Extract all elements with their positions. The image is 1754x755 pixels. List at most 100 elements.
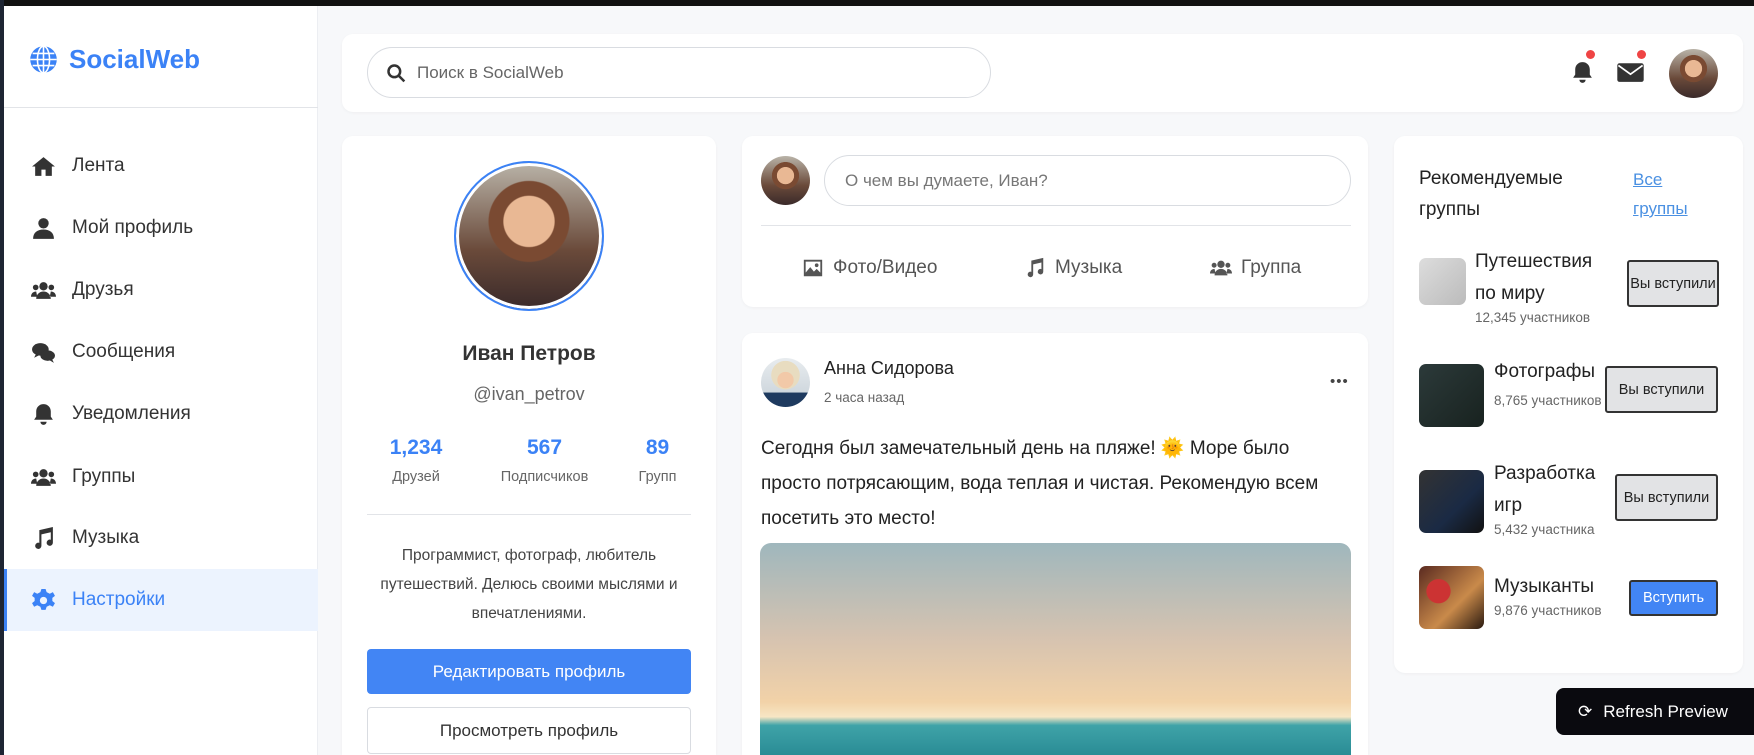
sidebar-item-label: Лента	[72, 155, 125, 176]
refresh-label: Refresh Preview	[1603, 701, 1728, 721]
more-options-icon[interactable]: •••	[1330, 373, 1349, 390]
sidebar-item-label: Сообщения	[72, 341, 176, 362]
notifications-button[interactable]	[1570, 50, 1595, 91]
view-profile-button[interactable]: Просмотреть профиль	[367, 707, 691, 754]
group-name[interactable]: Фотографы	[1494, 356, 1606, 388]
stat-label: Подписчиков	[500, 469, 589, 485]
music-icon	[35, 526, 53, 549]
refresh-icon: ⟳	[1578, 701, 1593, 721]
user-avatar[interactable]	[1669, 49, 1718, 98]
sidebar: SocialWeb Лента Мой профиль Друзья Сообщ…	[4, 6, 318, 755]
group-image	[1419, 258, 1466, 305]
stat-value: 89	[645, 436, 670, 459]
sidebar-item-label: Друзья	[72, 279, 134, 300]
stat-groups[interactable]: 89 Групп	[624, 436, 691, 485]
bell-icon	[34, 403, 53, 425]
photo-video-button[interactable]: Фото/Видео	[802, 257, 937, 279]
header-bar: Поиск в SocialWeb	[342, 34, 1743, 112]
home-icon	[32, 156, 55, 176]
sidebar-item-settings[interactable]: Настройки	[4, 569, 318, 631]
stat-value: 1,234	[389, 436, 443, 459]
divider	[367, 514, 691, 515]
sidebar-item-friends[interactable]: Друзья	[4, 259, 318, 321]
sidebar-item-label: Мой профиль	[72, 217, 194, 238]
messages-button[interactable]	[1617, 50, 1646, 88]
comments-icon	[32, 342, 55, 363]
sidebar-item-label: Уведомления	[72, 403, 191, 424]
group-members: 9,876 участников	[1494, 603, 1602, 618]
group-name[interactable]: Музыканты	[1494, 571, 1623, 603]
group-members: 12,345 участников	[1475, 310, 1591, 325]
group-name[interactable]: Разработка игр	[1494, 458, 1617, 522]
sidebar-item-profile[interactable]: Мой профиль	[4, 197, 318, 259]
search-input[interactable]: Поиск в SocialWeb	[367, 47, 991, 98]
sidebar-item-music[interactable]: Музыка	[4, 507, 318, 569]
join-button[interactable]: Вступить	[1629, 580, 1718, 616]
music-icon	[1027, 257, 1044, 278]
group-image	[1419, 364, 1484, 427]
mail-icon	[1617, 63, 1644, 82]
group-image	[1419, 470, 1484, 533]
edit-profile-button[interactable]: Редактировать профиль	[367, 649, 691, 694]
notification-badge	[1586, 50, 1595, 59]
group-item: Фотографы 8,765 участников	[1494, 356, 1606, 413]
post-card: Анна Сидорова 2 часа назад ••• Сегодня б…	[742, 333, 1368, 755]
joined-button[interactable]: Вы вступили	[1605, 366, 1718, 413]
groups-title: Рекомендуемые группы	[1419, 168, 1563, 220]
group-item: Разработка игр 5,432 участника	[1494, 458, 1617, 537]
image-icon	[803, 259, 823, 277]
divider	[761, 225, 1351, 226]
composer-input[interactable]: О чем вы думаете, Иван?	[824, 155, 1351, 206]
action-label: Группа	[1241, 257, 1302, 278]
gear-icon	[32, 588, 55, 610]
joined-button[interactable]: Вы вступили	[1627, 260, 1719, 307]
group-image	[1419, 566, 1484, 629]
search-icon	[387, 63, 406, 82]
profile-name: Иван Петров	[462, 342, 596, 365]
logo[interactable]: SocialWeb	[29, 44, 200, 75]
action-label: Музыка	[1055, 257, 1123, 278]
message-badge	[1637, 50, 1646, 59]
sidebar-item-notifications[interactable]: Уведомления	[4, 383, 318, 445]
joined-button[interactable]: Вы вступили	[1615, 474, 1718, 521]
recommended-groups-card: Рекомендуемые группы Все группы Путешест…	[1394, 136, 1743, 673]
divider	[4, 107, 318, 108]
music-button[interactable]: Музыка	[1024, 257, 1122, 279]
sidebar-item-label: Группы	[72, 466, 136, 487]
group-name[interactable]: Путешествия по миру	[1475, 246, 1607, 310]
group-button[interactable]: Группа	[1210, 257, 1301, 279]
action-label: Фото/Видео	[833, 257, 938, 278]
stat-friends[interactable]: 1,234 Друзей	[367, 436, 465, 485]
group-members: 8,765 участников	[1494, 393, 1602, 408]
profile-stats: 1,234 Друзей 567 Подписчиков 89 Групп	[367, 436, 691, 485]
post-composer: О чем вы думаете, Иван? Фото/Видео Музык…	[742, 136, 1368, 307]
stat-followers[interactable]: 567 Подписчиков	[483, 436, 606, 485]
post-author[interactable]: Анна Сидорова	[824, 358, 954, 379]
group-item: Музыканты 9,876 участников	[1494, 571, 1623, 618]
users-icon	[31, 281, 56, 299]
user-icon	[33, 217, 54, 239]
app-name: SocialWeb	[69, 44, 201, 74]
group-members: 5,432 участника	[1494, 522, 1595, 537]
refresh-preview-button[interactable]: ⟳ Refresh Preview	[1556, 688, 1754, 735]
stat-value: 567	[526, 436, 563, 459]
post-image[interactable]	[760, 543, 1351, 755]
sidebar-item-label: Настройки	[72, 589, 166, 610]
author-avatar[interactable]	[761, 358, 810, 407]
profile-handle: @ivan_petrov	[473, 384, 585, 404]
bell-icon	[1573, 62, 1592, 83]
search-placeholder: Поиск в SocialWeb	[417, 62, 564, 82]
profile-bio: Программист, фотограф, любитель путешест…	[380, 547, 678, 622]
profile-card: Иван Петров @ivan_petrov 1,234 Друзей 567…	[342, 136, 716, 755]
all-groups-link[interactable]: Все группы	[1633, 165, 1711, 223]
globe-icon	[30, 45, 57, 74]
users-icon	[31, 468, 56, 486]
sidebar-item-groups[interactable]: Группы	[4, 446, 318, 508]
sidebar-item-feed[interactable]: Лента	[4, 135, 318, 197]
profile-avatar[interactable]	[454, 161, 604, 311]
post-time: 2 часа назад	[824, 390, 905, 405]
composer-avatar	[761, 156, 810, 205]
users-icon	[1210, 260, 1232, 276]
sidebar-item-messages[interactable]: Сообщения	[4, 321, 318, 383]
sidebar-item-label: Музыка	[72, 527, 140, 548]
